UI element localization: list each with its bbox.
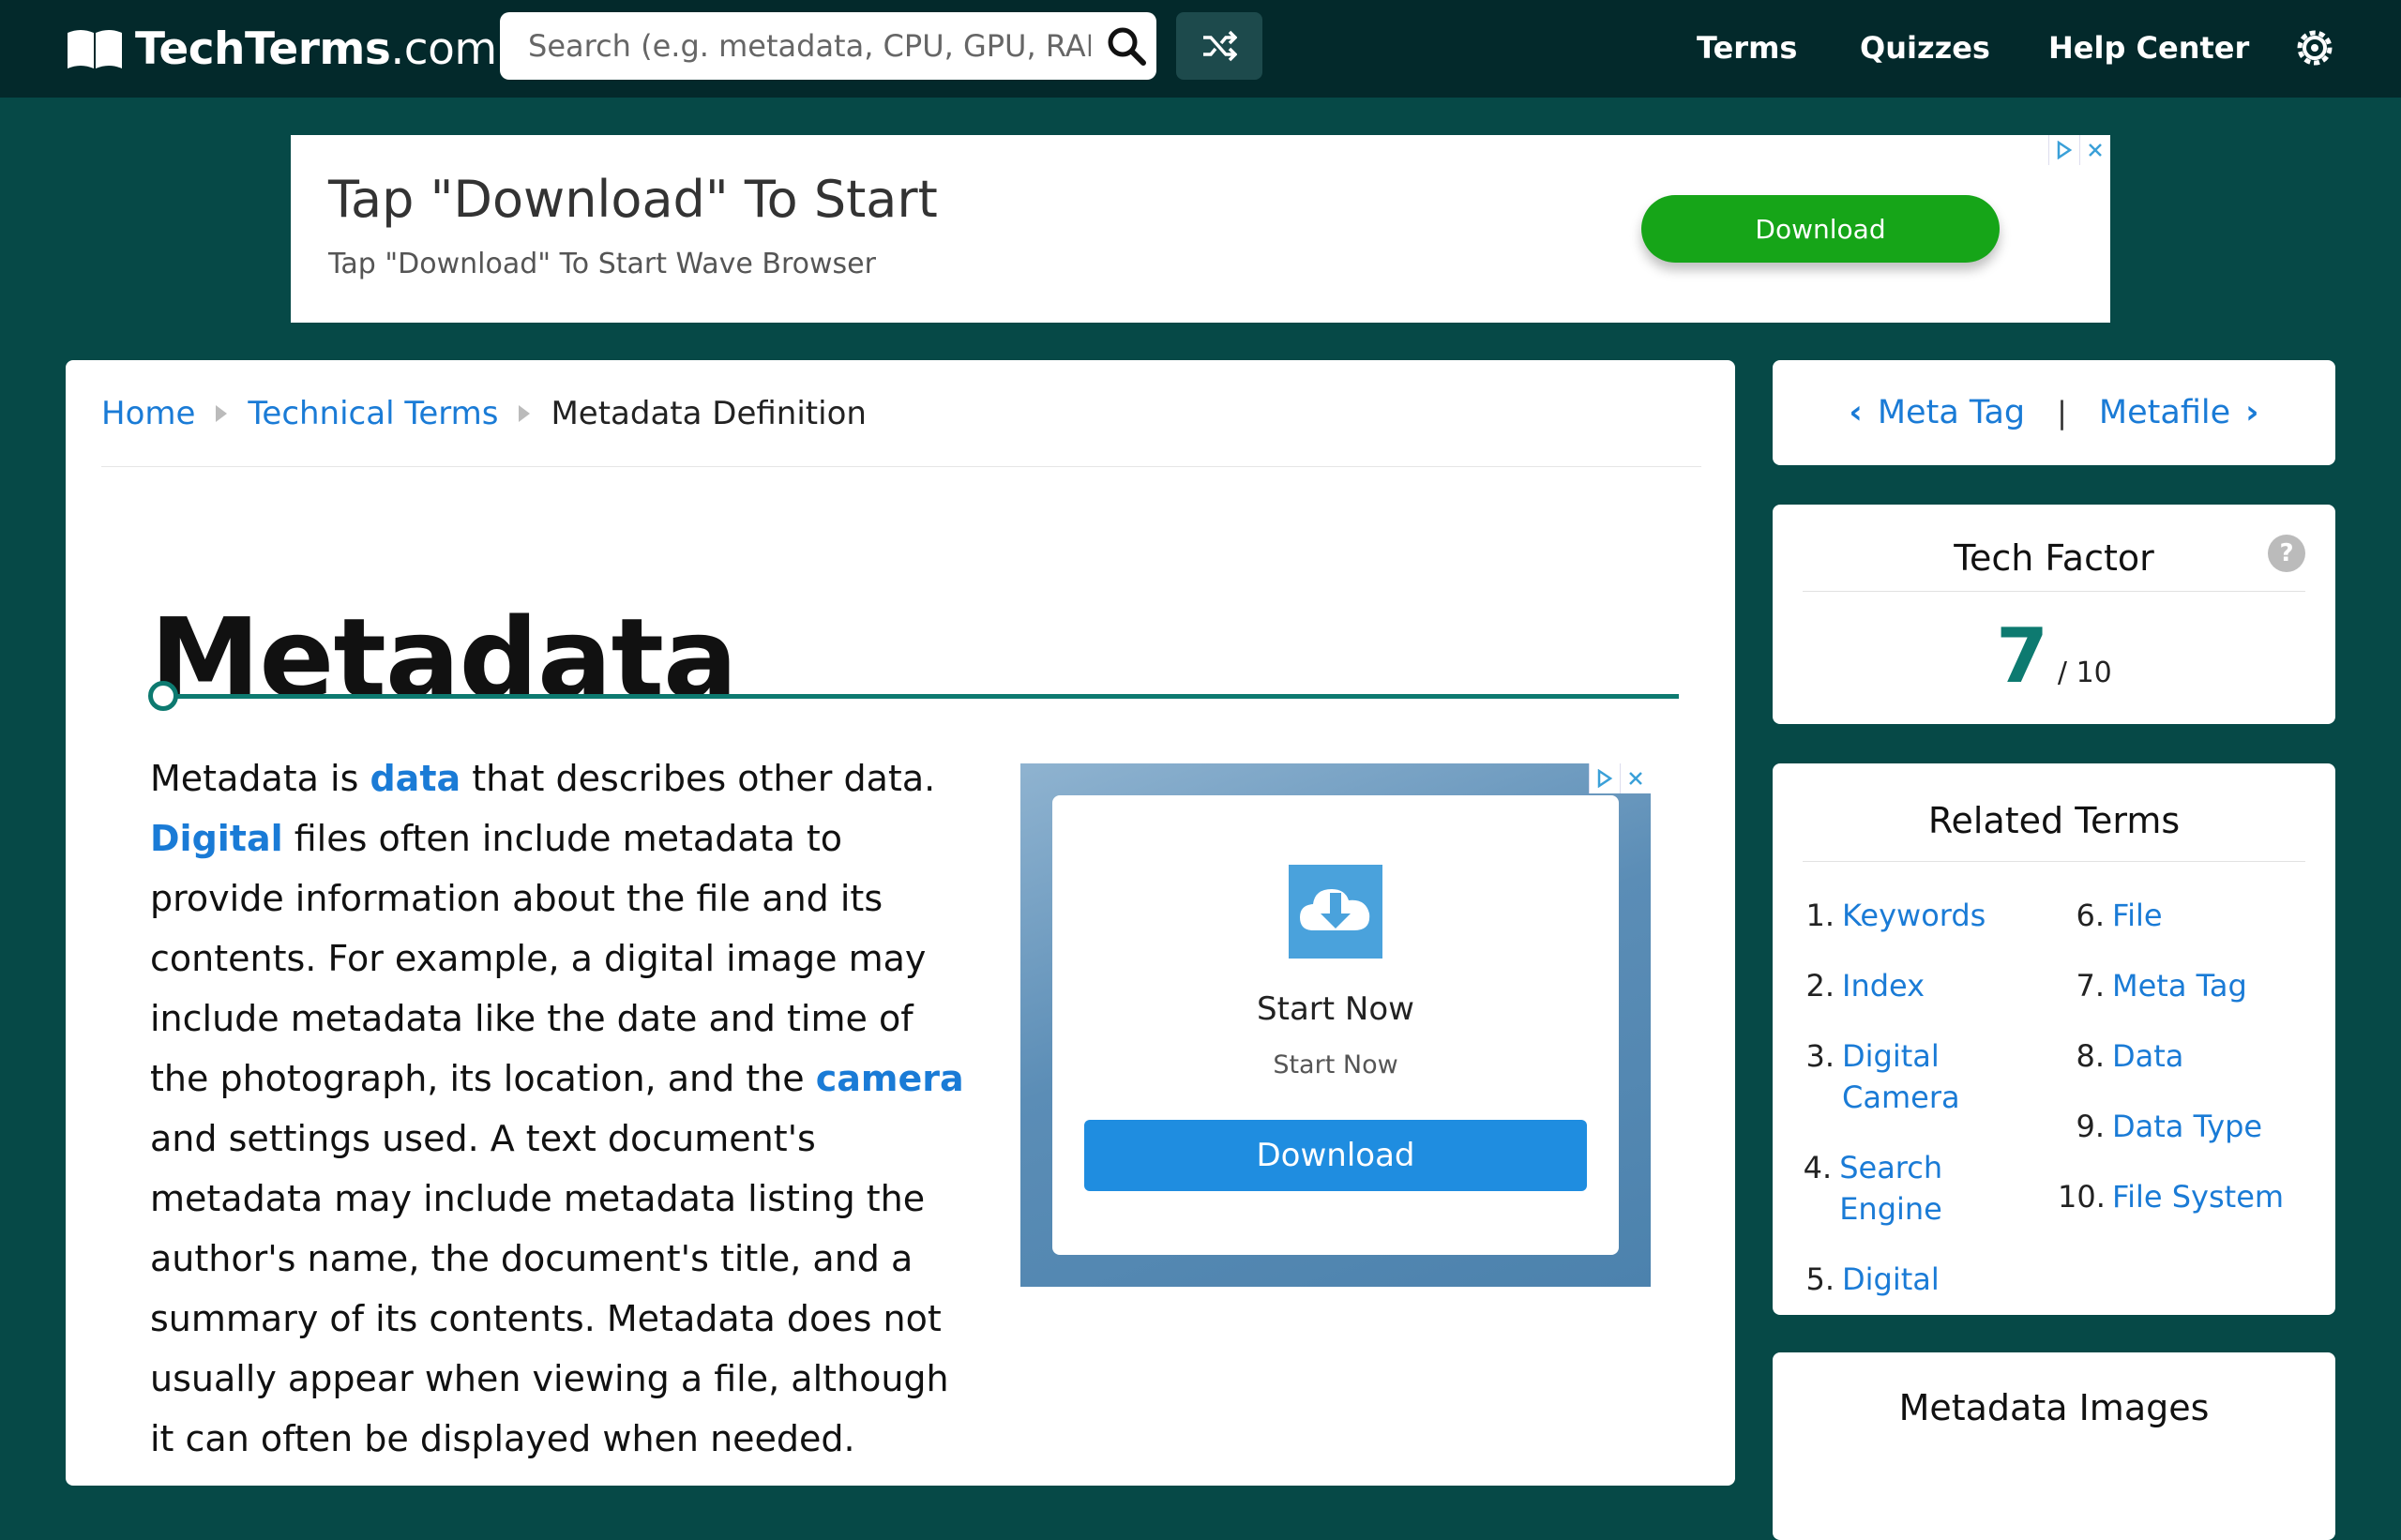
search-icon[interactable] [1104,23,1149,68]
related-term-link[interactable]: Digital Camera [1842,1035,1973,1118]
main-content-card: Home Technical Terms Metadata Definition… [66,360,1735,1486]
related-term-link[interactable]: File System [2112,1176,2284,1217]
close-ad-icon[interactable] [2079,135,2110,165]
chevron-right-icon: › [2245,394,2259,431]
list-item: 9. Data Type [2058,1106,2311,1147]
help-icon[interactable]: ? [2268,535,2305,572]
ad-choices [1589,763,1651,793]
next-term-link[interactable]: Metafile › [2099,394,2274,431]
nav-terms[interactable]: Terms [1697,24,1797,71]
card-divider [1803,861,2305,862]
related-term-link[interactable]: Index [1842,965,1925,1006]
close-ad-icon[interactable] [1620,763,1651,793]
top-navbar: TechTerms.com Terms Quizzes Help Center [0,0,2401,98]
ad-subtitle: Tap "Download" To Start Wave Browser [328,248,876,280]
nav-quizzes[interactable]: Quizzes [1860,24,1990,71]
prev-next-separator: | [2057,395,2067,430]
side-ad-title: Start Now [1257,990,1414,1028]
top-banner-ad[interactable]: Tap "Download" To Start Tap "Download" T… [291,135,2110,323]
related-term-link[interactable]: Data [2112,1035,2183,1077]
link-camera[interactable]: camera [816,1058,964,1099]
related-terms-list-left: 1. Keywords 2. Index 3. Digital Camera 4. Se… [1803,895,2037,1329]
definition-part: that describes other data. [461,758,936,799]
side-ad-download-button[interactable]: Download [1084,1120,1587,1191]
list-item: 4. Search Engine [1803,1147,2037,1230]
related-term-link[interactable]: File [2112,895,2163,936]
related-term-link[interactable]: Meta Tag [2112,965,2247,1006]
list-item: 10. File System [2058,1176,2311,1217]
link-data[interactable]: data [370,758,461,799]
adchoices-icon[interactable] [2048,135,2079,165]
list-item: 3. Digital Camera [1803,1035,2037,1118]
chevron-left-icon: ‹ [1849,394,1863,431]
related-terms-card: Related Terms 1. Keywords 2. Index 3. Digit… [1773,763,2335,1315]
list-item: 6. File [2058,895,2311,936]
logo-text: TechTerms.com [135,23,497,75]
tech-factor-card: Tech Factor ? 7/ 10 [1773,505,2335,724]
breadcrumb-separator-icon [519,405,531,422]
nav-help-center[interactable]: Help Center [2048,24,2249,71]
related-term-link[interactable]: Keywords [1842,895,1986,936]
metadata-images-card: Metadata Images [1773,1352,2335,1540]
book-icon [68,30,122,68]
search-input[interactable] [528,12,1091,80]
search-box [500,12,1156,80]
title-underline-dot [148,681,178,711]
list-item: 1. Keywords [1803,895,2037,936]
definition-text: Metadata is data that describes other da… [150,748,966,1469]
related-terms-list-right: 6. File 7. Meta Tag 8. Data 9. Data Type 10.… [2058,895,2311,1246]
link-digital[interactable]: Digital [150,818,283,859]
breadcrumb-divider [101,466,1701,467]
related-term-link[interactable]: Data Type [2112,1106,2262,1147]
definition-part: and settings used. A text document's met… [150,1118,949,1459]
metadata-images-title: Metadata Images [1898,1387,2210,1428]
site-logo[interactable]: TechTerms.com [66,21,497,77]
breadcrumb-home[interactable]: Home [101,398,195,430]
side-ad[interactable]: Start Now Start Now Download [1020,763,1651,1287]
previous-term-label: Meta Tag [1877,394,2026,431]
list-item: 7. Meta Tag [2058,965,2311,1006]
tech-factor-max: / 10 [2057,657,2112,689]
breadcrumb: Home Technical Terms Metadata Definition [101,398,867,430]
related-terms-title: Related Terms [1927,800,2181,841]
definition-part: files often include metadata to provide … [150,818,927,1099]
side-ad-subtitle: Start Now [1273,1050,1398,1080]
definition-part: Metadata is [150,758,370,799]
ad-headline: Tap "Download" To Start [328,170,938,229]
list-item: 2. Index [1803,965,2037,1006]
ad-choices [2048,135,2110,165]
tech-factor-score: 7/ 10 [1773,619,2335,694]
settings-button[interactable] [2294,24,2335,71]
previous-term-link[interactable]: ‹ Meta Tag [1834,394,2025,431]
related-term-link[interactable]: Digital [1842,1259,1940,1300]
list-item: 8. Data [2058,1035,2311,1077]
side-ad-panel: Start Now Start Now Download [1052,795,1619,1255]
shuffle-icon [1203,30,1237,62]
breadcrumb-current: Metadata Definition [551,395,867,432]
tech-factor-title: Tech Factor [1954,537,2154,579]
prev-next-card: ‹ Meta Tag | Metafile › [1773,360,2335,465]
related-term-link[interactable]: Search Engine [1839,1147,2037,1230]
next-term-label: Metafile [2098,394,2231,431]
tech-factor-value: 7 [1996,612,2048,700]
title-underline [165,694,1679,699]
adchoices-icon[interactable] [1589,763,1620,793]
list-item: 5. Digital [1803,1259,2037,1300]
ad-download-button[interactable]: Download [1641,195,2000,263]
breadcrumb-technical-terms[interactable]: Technical Terms [248,398,498,430]
breadcrumb-separator-icon [216,405,228,422]
random-term-button[interactable] [1176,12,1262,80]
gear-icon [2297,30,2333,66]
cloud-download-icon [1289,865,1382,959]
card-divider [1803,591,2305,592]
